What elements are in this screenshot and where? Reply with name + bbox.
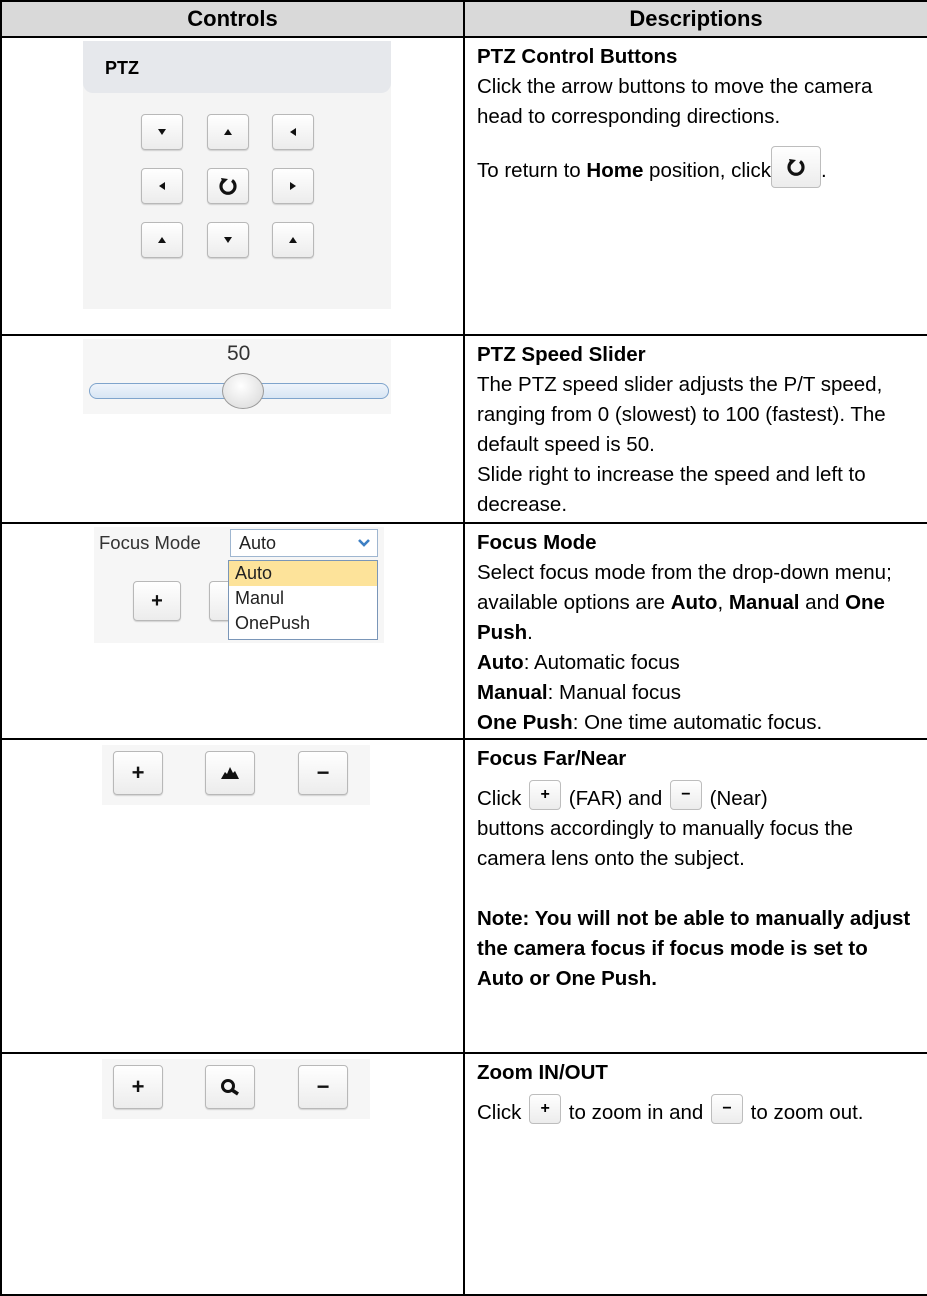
- home-word: Home: [586, 159, 644, 182]
- inline-minus-button: −: [669, 780, 702, 810]
- focus-far-near-control-cell: + −: [0, 738, 465, 1054]
- focus-mode-option-manul[interactable]: Manul: [229, 586, 377, 611]
- focus-far-near-desc-text: buttons accordingly to manually focus th…: [477, 817, 854, 870]
- focus-far-near-click-line: Click + (FAR) and − (Near): [477, 780, 917, 814]
- triangle-right-icon: [290, 182, 296, 190]
- ptz-down-right-button[interactable]: [272, 222, 314, 258]
- speed-control-cell: 50: [0, 334, 465, 524]
- ptz-home-button[interactable]: [207, 168, 249, 204]
- speed-desc-text: The PTZ speed slider adjusts the P/T spe…: [477, 373, 886, 456]
- triangle-left-icon: [290, 128, 296, 136]
- row-speed-slider: 50 PTZ Speed Slider The PTZ speed slider…: [0, 334, 927, 524]
- focus-def-manual: Manual: Manual focus: [477, 681, 681, 704]
- focus-far-near-description-cell: Focus Far/Near Click + (FAR) and − (Near…: [463, 738, 927, 1054]
- triangle-down-icon: [158, 129, 166, 135]
- triangle-up-icon: [224, 129, 232, 135]
- focus-mode-select[interactable]: Auto: [230, 529, 378, 557]
- zoom-desc-title: Zoom IN/OUT: [477, 1061, 608, 1084]
- zoom-out-button[interactable]: −: [298, 1065, 348, 1109]
- ptz-down-left-button[interactable]: [141, 222, 183, 258]
- focus-def-onepush: One Push: One time automatic focus.: [477, 711, 823, 734]
- chevron-down-icon: [358, 539, 370, 547]
- focus-far-near-desc-title: Focus Far/Near: [477, 747, 627, 770]
- row-ptz-buttons: PTZ PTZ Control Buttons Click the arrow …: [0, 36, 927, 336]
- header-descriptions: Descriptions: [463, 0, 927, 38]
- ptz-up-button[interactable]: [207, 114, 249, 150]
- speed-desc-text2: Slide right to increase the speed and le…: [477, 463, 866, 516]
- triangle-left-icon: [159, 182, 165, 190]
- focus-mode-option-onepush[interactable]: OnePush: [229, 611, 377, 636]
- triangle-up-icon: [289, 237, 297, 243]
- triangle-up-icon: [158, 237, 166, 243]
- focus-mode-selected-value: Auto: [239, 533, 277, 553]
- speed-value-label: 50: [227, 342, 251, 365]
- speed-desc-title: PTZ Speed Slider: [477, 343, 646, 366]
- ptz-control-cell: PTZ: [0, 36, 465, 336]
- mountain-icon: [221, 767, 239, 779]
- zoom-control-cell: + −: [0, 1052, 465, 1296]
- speed-description-cell: PTZ Speed Slider The PTZ speed slider ad…: [463, 334, 927, 524]
- magnifier-icon: [221, 1079, 239, 1096]
- triangle-down-icon: [224, 237, 232, 243]
- inline-home-button: [770, 146, 821, 188]
- zoom-in-button[interactable]: +: [113, 1065, 163, 1109]
- focus-mode-desc-title: Focus Mode: [477, 531, 597, 554]
- header-controls: Controls: [0, 0, 465, 38]
- ptz-up-left-button[interactable]: [141, 114, 183, 150]
- ptz-panel-title: PTZ: [83, 41, 391, 93]
- focus-mode-description-cell: Focus Mode Select focus mode from the dr…: [463, 522, 927, 740]
- inline-zoom-plus-button: +: [529, 1094, 562, 1124]
- home-reset-icon: [219, 178, 237, 195]
- ptz-description-cell: PTZ Control Buttons Click the arrow butt…: [463, 36, 927, 336]
- inline-zoom-minus-button: −: [710, 1094, 743, 1124]
- ptz-desc-title: PTZ Control Buttons: [477, 45, 678, 68]
- focus-note: Note: You will not be able to manually a…: [477, 907, 911, 990]
- focus-far-button[interactable]: +: [113, 751, 163, 795]
- focus-center-button[interactable]: [205, 751, 255, 795]
- focus-plus-button[interactable]: +: [133, 581, 181, 621]
- ptz-panel: PTZ: [83, 41, 391, 309]
- row-focus-mode: Focus Mode Auto + Auto Manul OnePush Foc…: [0, 522, 927, 740]
- focus-def-auto: Auto: Automatic focus: [477, 651, 680, 674]
- inline-plus-button: +: [529, 780, 562, 810]
- focus-mode-desc-options: Select focus mode from the drop-down men…: [477, 561, 892, 644]
- focus-mode-dropdown-list[interactable]: Auto Manul OnePush: [228, 560, 378, 640]
- home-reset-icon: [787, 159, 805, 176]
- ptz-home-desc: To return to Home position, click.: [477, 146, 917, 188]
- ptz-up-right-button[interactable]: [272, 114, 314, 150]
- ptz-desc-text: Click the arrow buttons to move the came…: [477, 75, 873, 128]
- zoom-center-button[interactable]: [205, 1065, 255, 1109]
- ptz-right-button[interactable]: [272, 168, 314, 204]
- focus-mode-option-auto[interactable]: Auto: [229, 561, 377, 586]
- row-focus-far-near: + − Focus Far/Near Click + (FAR) and − (…: [0, 738, 927, 1054]
- header-row: Controls Descriptions: [0, 0, 927, 38]
- zoom-description-cell: Zoom IN/OUT Click + to zoom in and − to …: [463, 1052, 927, 1296]
- focus-mode-control-cell: Focus Mode Auto + Auto Manul OnePush: [0, 522, 465, 740]
- speed-slider-thumb[interactable]: [222, 373, 264, 409]
- row-zoom: + − Zoom IN/OUT Click + to zoom in and −…: [0, 1052, 927, 1296]
- ptz-down-button[interactable]: [207, 222, 249, 258]
- ptz-left-button[interactable]: [141, 168, 183, 204]
- controls-table: Controls Descriptions PTZ PTZ Control Bu…: [0, 0, 927, 1296]
- focus-near-button[interactable]: −: [298, 751, 348, 795]
- focus-mode-label: Focus Mode: [99, 532, 201, 553]
- zoom-desc-line: Click + to zoom in and − to zoom out.: [477, 1094, 917, 1128]
